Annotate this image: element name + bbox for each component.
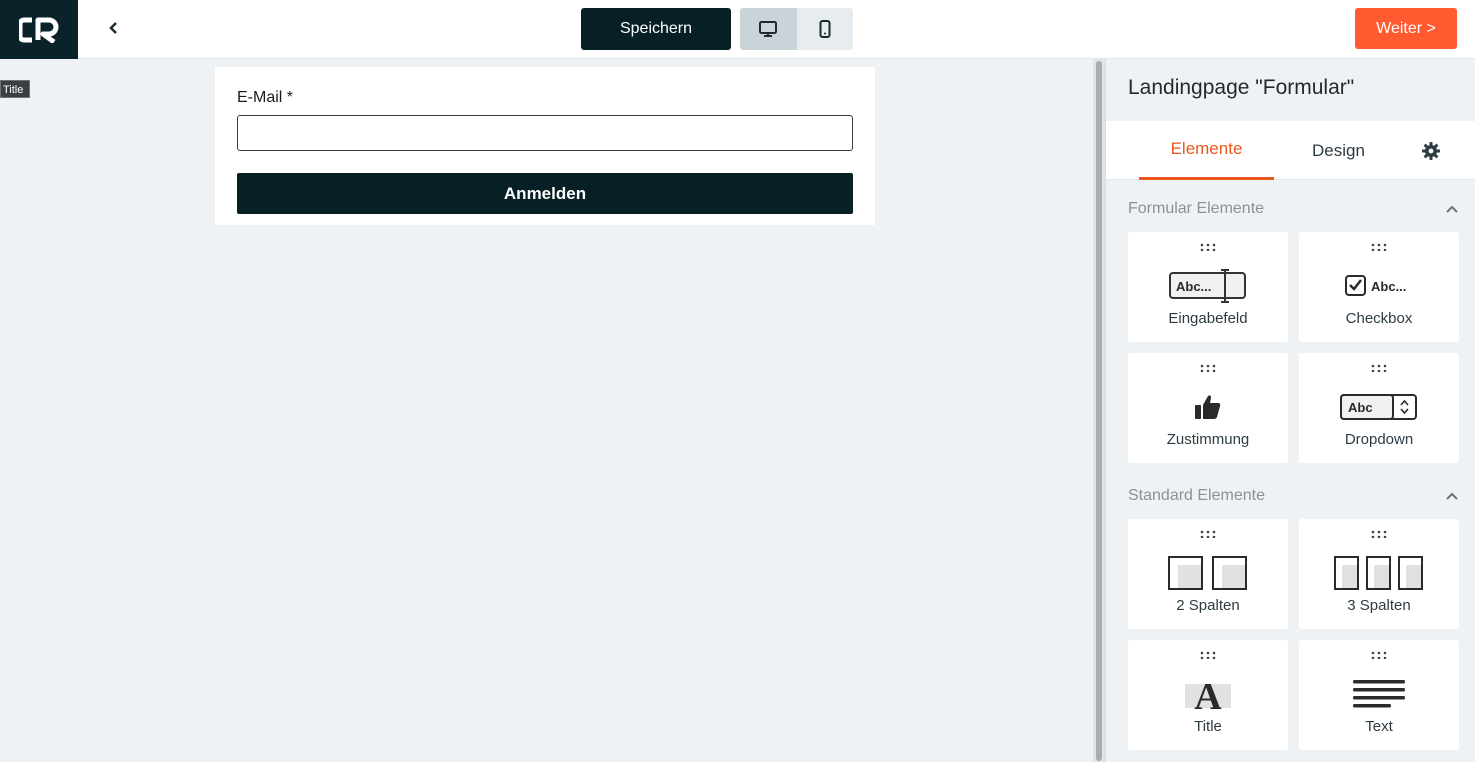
gear-icon	[1422, 141, 1440, 160]
device-toggle	[740, 8, 853, 50]
submit-button[interactable]: Anmelden	[237, 173, 853, 214]
text-icon	[1299, 674, 1459, 714]
dropdown-icon: Abc	[1299, 387, 1459, 427]
mobile-view-button[interactable]	[796, 8, 853, 50]
tile-label: Text	[1365, 718, 1393, 735]
tile-label: 3 Spalten	[1347, 597, 1411, 614]
next-button[interactable]: Weiter >	[1355, 8, 1457, 49]
logo-icon	[19, 17, 59, 43]
element-tile-title[interactable]: A Title	[1128, 640, 1288, 750]
form-preview[interactable]: E-Mail * Anmelden	[215, 67, 875, 225]
scrollbar-thumb[interactable]	[1096, 61, 1102, 761]
tile-label: Title	[1194, 718, 1222, 735]
input-field-icon: Abc...	[1128, 266, 1288, 306]
element-tile-checkbox[interactable]: Abc... Checkbox	[1299, 232, 1459, 342]
chevron-up-icon[interactable]	[1446, 492, 1458, 500]
monitor-icon	[759, 21, 778, 37]
checkbox-icon: Abc...	[1299, 266, 1459, 306]
two-columns-icon	[1128, 553, 1288, 593]
element-tile-input[interactable]: Abc... Eingabefeld	[1128, 232, 1288, 342]
elements-panel: Landingpage "Formular" Elemente Design F…	[1105, 59, 1475, 762]
tile-label: Dropdown	[1344, 431, 1414, 448]
element-tile-consent[interactable]: Zustimmung	[1128, 353, 1288, 463]
desktop-view-button[interactable]	[740, 8, 797, 50]
email-label: E-Mail *	[237, 89, 294, 106]
thumbs-up-icon	[1128, 387, 1288, 427]
section-title: Formular Elemente	[1128, 200, 1265, 217]
drag-handle-icon[interactable]	[1299, 525, 1459, 543]
element-tile-text[interactable]: Text	[1299, 640, 1459, 750]
element-tile-dropdown[interactable]: Abc Dropdown	[1299, 353, 1459, 463]
tab-design[interactable]: Design	[1291, 121, 1386, 180]
drag-handle-icon[interactable]	[1128, 646, 1288, 664]
canvas-scrollbar[interactable]	[1093, 59, 1105, 762]
input-icon-text: Abc...	[1176, 279, 1211, 294]
element-tooltip: Title	[0, 80, 31, 98]
drag-handle-icon[interactable]	[1128, 238, 1288, 256]
element-tile-two-columns[interactable]: 2 Spalten	[1128, 519, 1288, 629]
panel-tabs: Elemente Design	[1106, 121, 1475, 180]
drag-handle-icon[interactable]	[1128, 525, 1288, 543]
tab-settings[interactable]	[1411, 121, 1451, 180]
title-icon-text: A	[1194, 676, 1222, 712]
tile-label: Zustimmung	[1166, 431, 1250, 448]
email-field[interactable]	[237, 115, 853, 151]
tab-elements[interactable]: Elemente	[1139, 121, 1274, 180]
save-button[interactable]: Speichern	[581, 8, 731, 50]
tile-label: Eingabefeld	[1168, 310, 1248, 327]
section-title: Standard Elemente	[1128, 487, 1265, 504]
checkbox-icon-text: Abc...	[1371, 279, 1406, 294]
top-bar: Speichern Weiter >	[0, 0, 1475, 59]
chevron-up-icon[interactable]	[1446, 205, 1458, 213]
chevron-left-icon	[109, 22, 117, 34]
drag-handle-icon[interactable]	[1299, 238, 1459, 256]
three-columns-icon	[1299, 553, 1459, 593]
element-tile-three-columns[interactable]: 3 Spalten	[1299, 519, 1459, 629]
panel-title: Landingpage "Formular"	[1128, 76, 1355, 99]
logo[interactable]	[0, 0, 78, 59]
tile-label: Checkbox	[1345, 310, 1413, 327]
dropdown-icon-text: Abc	[1348, 400, 1373, 415]
title-icon: A	[1128, 674, 1288, 714]
drag-handle-icon[interactable]	[1299, 646, 1459, 664]
section-form-elements[interactable]: Formular Elemente	[1128, 197, 1458, 221]
drag-handle-icon[interactable]	[1299, 359, 1459, 377]
section-standard-elements[interactable]: Standard Elemente	[1128, 484, 1458, 508]
phone-icon	[819, 20, 831, 38]
tile-label: 2 Spalten	[1176, 597, 1240, 614]
back-button[interactable]	[100, 14, 128, 42]
drag-handle-icon[interactable]	[1128, 359, 1288, 377]
